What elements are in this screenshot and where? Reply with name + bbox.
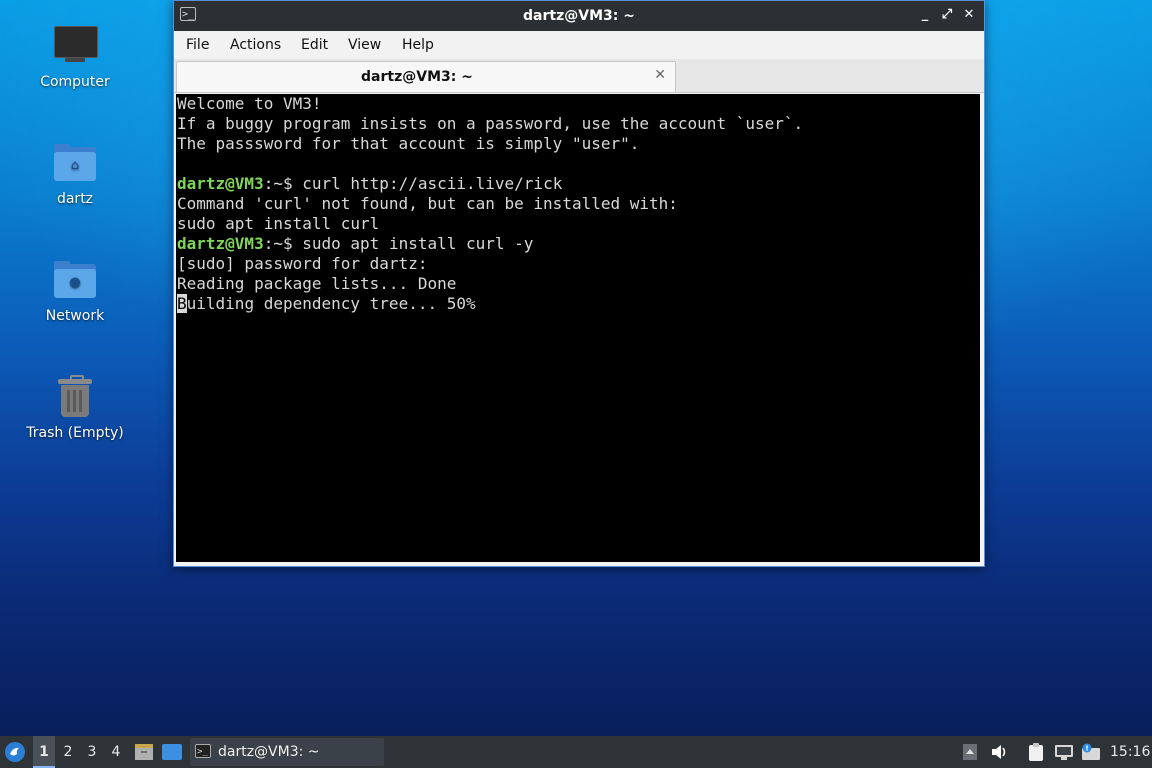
terminal-line: sudo apt install curl [177,214,380,233]
terminal-line-progress: Building dependency tree... 50% [176,294,980,314]
desktop-icon-label: dartz [56,191,94,207]
prompt-command: sudo apt install curl -y [292,234,534,253]
close-button[interactable]: ✕ [960,6,978,24]
workspace-1[interactable]: 1 [33,736,55,768]
menu-file[interactable]: File [186,37,209,53]
progress-text: uilding dependency tree... 50% [186,294,476,313]
desktop-icon [162,744,182,760]
menu-view[interactable]: View [348,37,381,53]
menu-actions[interactable]: Actions [230,37,281,53]
window-titlebar[interactable]: >_ dartz@VM3: ~ _ ⤢ ✕ [174,1,984,31]
trash-icon [51,373,99,421]
terminal-line: The passsword for that account is simply… [177,134,640,153]
terminal-line: [sudo] password for dartz: [177,254,428,273]
desktop-icon-network[interactable]: ● Network [20,256,130,324]
desktop-icon-label: Trash (Empty) [26,425,124,441]
tray-expand-button[interactable] [962,736,982,768]
prompt-path: :~ [263,234,283,253]
desktop-icon-home[interactable]: ⌂ dartz [20,139,130,207]
terminal-tab[interactable]: dartz@VM3: ~ ✕ [176,61,676,92]
desktop-icon-label: Network [45,308,105,324]
terminal-icon: >_ [195,744,211,758]
terminal-window: >_ dartz@VM3: ~ _ ⤢ ✕ File Actions Edit … [173,0,985,567]
desktop-icon-trash[interactable]: Trash (Empty) [20,373,130,441]
prompt-path: :~ [263,174,283,193]
workspace-3[interactable]: 3 [81,736,103,768]
desktop-icon-label: Computer [40,74,110,90]
desktop-icon-computer[interactable]: Computer [20,22,130,90]
prompt-line: dartz@VM3:~$ curl http://ascii.live/rick [176,174,980,194]
terminal-line: If a buggy program insists on a password… [177,114,804,133]
terminal-line: Reading package lists... Done [177,274,457,293]
clipboard-button[interactable] [1027,736,1049,768]
file-manager-launcher[interactable] [134,736,156,768]
speaker-icon [992,745,1006,759]
prompt-user: dartz@VM3 [177,234,264,253]
app-menu-button[interactable] [4,736,28,768]
tab-bar: dartz@VM3: ~ ✕ [174,59,984,93]
terminal-output[interactable]: Welcome to VM3! If a buggy program insis… [176,94,980,562]
volume-button[interactable] [990,736,1012,768]
whisker-menu-icon [5,742,25,762]
menu-bar: File Actions Edit View Help [174,31,984,59]
menu-edit[interactable]: Edit [301,37,328,53]
task-label: dartz@VM3: ~ [218,744,320,760]
maximize-button[interactable]: ⤢ [938,6,956,24]
workspace-2[interactable]: 2 [57,736,79,768]
prompt-symbol: $ [282,234,293,253]
show-desktop-button[interactable] [161,736,185,768]
notification-icon [1082,743,1100,760]
menu-help[interactable]: Help [402,37,434,53]
terminal-line: Command 'curl' not found, but can be ins… [177,194,678,213]
network-folder-icon: ● [51,256,99,304]
minimize-button[interactable]: _ [916,6,934,24]
prompt-line: dartz@VM3:~$ sudo apt install curl -y [176,234,980,254]
prompt-symbol: $ [282,174,293,193]
tab-close-icon[interactable]: ✕ [654,67,666,83]
home-folder-icon: ⌂ [51,139,99,187]
workspace-4[interactable]: 4 [105,736,127,768]
text-cursor: B [177,294,187,313]
computer-icon [51,22,99,70]
tab-label: dartz@VM3: ~ [361,69,473,85]
taskbar: 1 2 3 4 >_ dartz@VM3: ~ 15:16 [0,736,1152,768]
terminal-line: Welcome to VM3! [177,94,322,113]
chevron-up-icon [963,744,977,760]
taskbar-terminal-button[interactable]: >_ dartz@VM3: ~ [190,738,384,766]
window-title: dartz@VM3: ~ [523,8,635,24]
network-button[interactable] [1054,736,1076,768]
file-manager-icon [135,744,153,760]
network-wired-icon [1055,745,1073,760]
clipboard-icon [1029,743,1043,761]
prompt-command: curl http://ascii.live/rick [292,174,563,193]
prompt-user: dartz@VM3 [177,174,264,193]
clock[interactable]: 15:16 [1110,736,1150,768]
notifications-button[interactable] [1081,736,1103,768]
